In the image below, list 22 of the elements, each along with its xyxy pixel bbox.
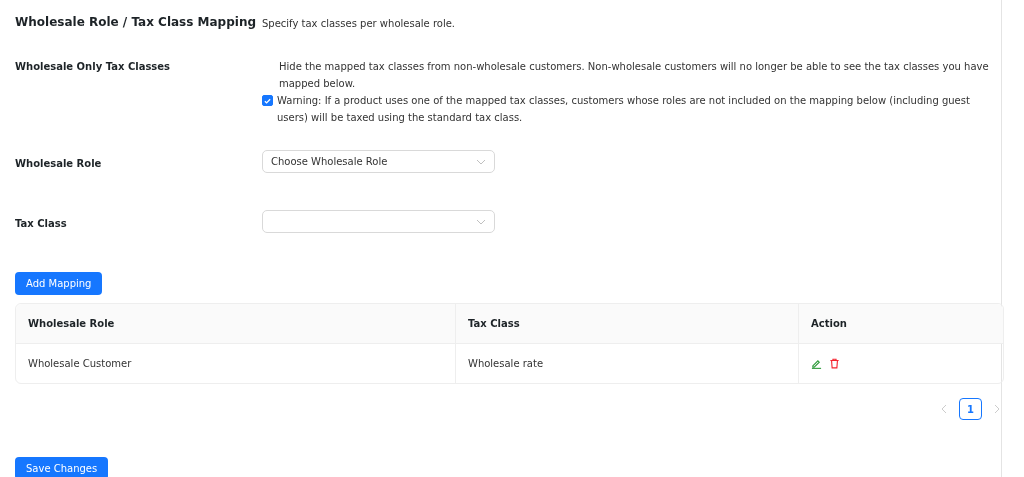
page-button[interactable]: 1 — [959, 398, 982, 420]
save-changes-button[interactable]: Save Changes — [15, 457, 109, 477]
checkbox[interactable] — [262, 95, 273, 106]
table-cell: Wholesale rate — [456, 344, 799, 383]
add-mapping-button[interactable]: Add Mapping — [15, 272, 103, 295]
select-field[interactable] — [262, 210, 495, 233]
field-label: Wholesale Role — [15, 158, 102, 169]
column-header: Action — [810, 317, 848, 331]
edit-icon[interactable] — [811, 358, 822, 369]
chevron-down-icon — [476, 158, 486, 165]
column-header: Tax Class — [456, 304, 799, 343]
field-label: Wholesale Only Tax Classes — [15, 61, 171, 72]
column-header: Wholesale Role — [16, 304, 456, 343]
option-description: Hide the mapped tax classes from non-wholesale customers. Non-wholesale customers will no longer be able to see the tax classes you have mapped below. — [279, 61, 989, 89]
section-description: Specify tax classes per wholesale role. — [262, 18, 455, 29]
delete-icon[interactable] — [829, 358, 840, 369]
section-title: Wholesale Role / Tax Class Mapping — [15, 15, 257, 29]
chevron-down-icon — [476, 218, 486, 225]
warning-text: Warning: If a product uses one of the mapped tax classes, customers whose roles are not included on the mapping below (including guest users) will be taxed using the standard tax class. — [277, 94, 971, 125]
table-cell: Wholesale Customer — [16, 344, 456, 383]
select-field[interactable]: Choose Wholesale Role — [262, 150, 495, 173]
field-label: Tax Class — [15, 218, 67, 229]
